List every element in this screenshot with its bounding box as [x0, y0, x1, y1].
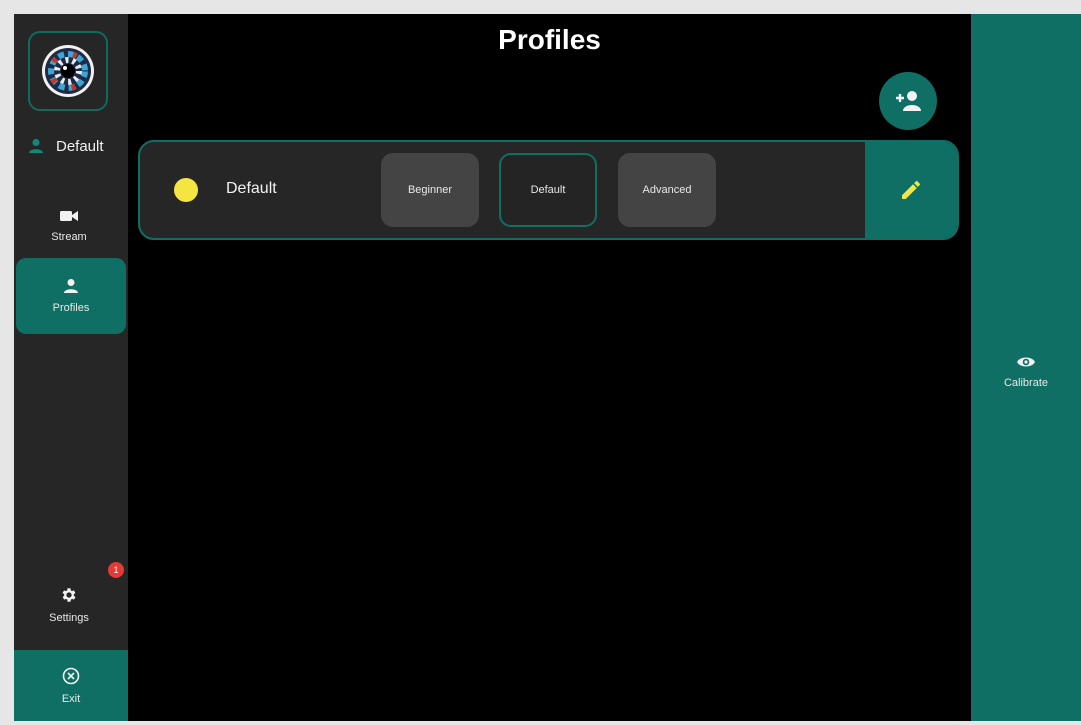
profile-name: Default	[226, 180, 277, 197]
add-user-icon	[896, 91, 921, 111]
level-default-button[interactable]: Default	[499, 153, 597, 227]
add-profile-button[interactable]	[879, 72, 937, 130]
profile-card: Default Beginner Default Advanced	[138, 140, 959, 240]
nav-stream-label: Stream	[51, 231, 87, 243]
calibrate-button[interactable]: Calibrate	[971, 342, 1081, 402]
person-icon	[64, 279, 78, 293]
sidebar: Default Stream Profiles Settings 1 Exit	[14, 14, 128, 721]
level-beginner-button[interactable]: Beginner	[381, 153, 479, 227]
circle-x-icon	[62, 667, 80, 684]
gear-icon	[62, 588, 76, 602]
current-user-name: Default	[56, 137, 104, 155]
eye-iris-logo-icon	[42, 45, 94, 97]
right-panel: Calibrate	[971, 14, 1081, 721]
eye-icon	[1017, 357, 1035, 367]
level-advanced-button[interactable]: Advanced	[618, 153, 716, 227]
profile-color-dot	[174, 178, 198, 202]
page-title: Profiles	[498, 24, 601, 55]
nav-profiles[interactable]: Profiles	[16, 258, 126, 334]
edit-profile-button[interactable]	[865, 142, 957, 238]
exit-button[interactable]: Exit	[14, 650, 128, 721]
pencil-icon	[902, 180, 920, 199]
exit-label: Exit	[61, 692, 81, 705]
app-logo	[28, 31, 108, 111]
settings-notification-badge: 1	[108, 562, 124, 578]
calibrate-label: Calibrate	[1003, 377, 1049, 389]
person-icon	[29, 139, 43, 153]
nav-settings-label: Settings	[49, 612, 89, 624]
nav-settings[interactable]: Settings	[14, 570, 124, 640]
video-camera-icon	[60, 211, 78, 221]
app-window: Default Stream Profiles Settings 1 Exit …	[14, 14, 1081, 721]
nav-stream[interactable]: Stream	[14, 188, 124, 264]
current-user: Default	[28, 136, 104, 156]
nav-profiles-label: Profiles	[52, 302, 90, 314]
